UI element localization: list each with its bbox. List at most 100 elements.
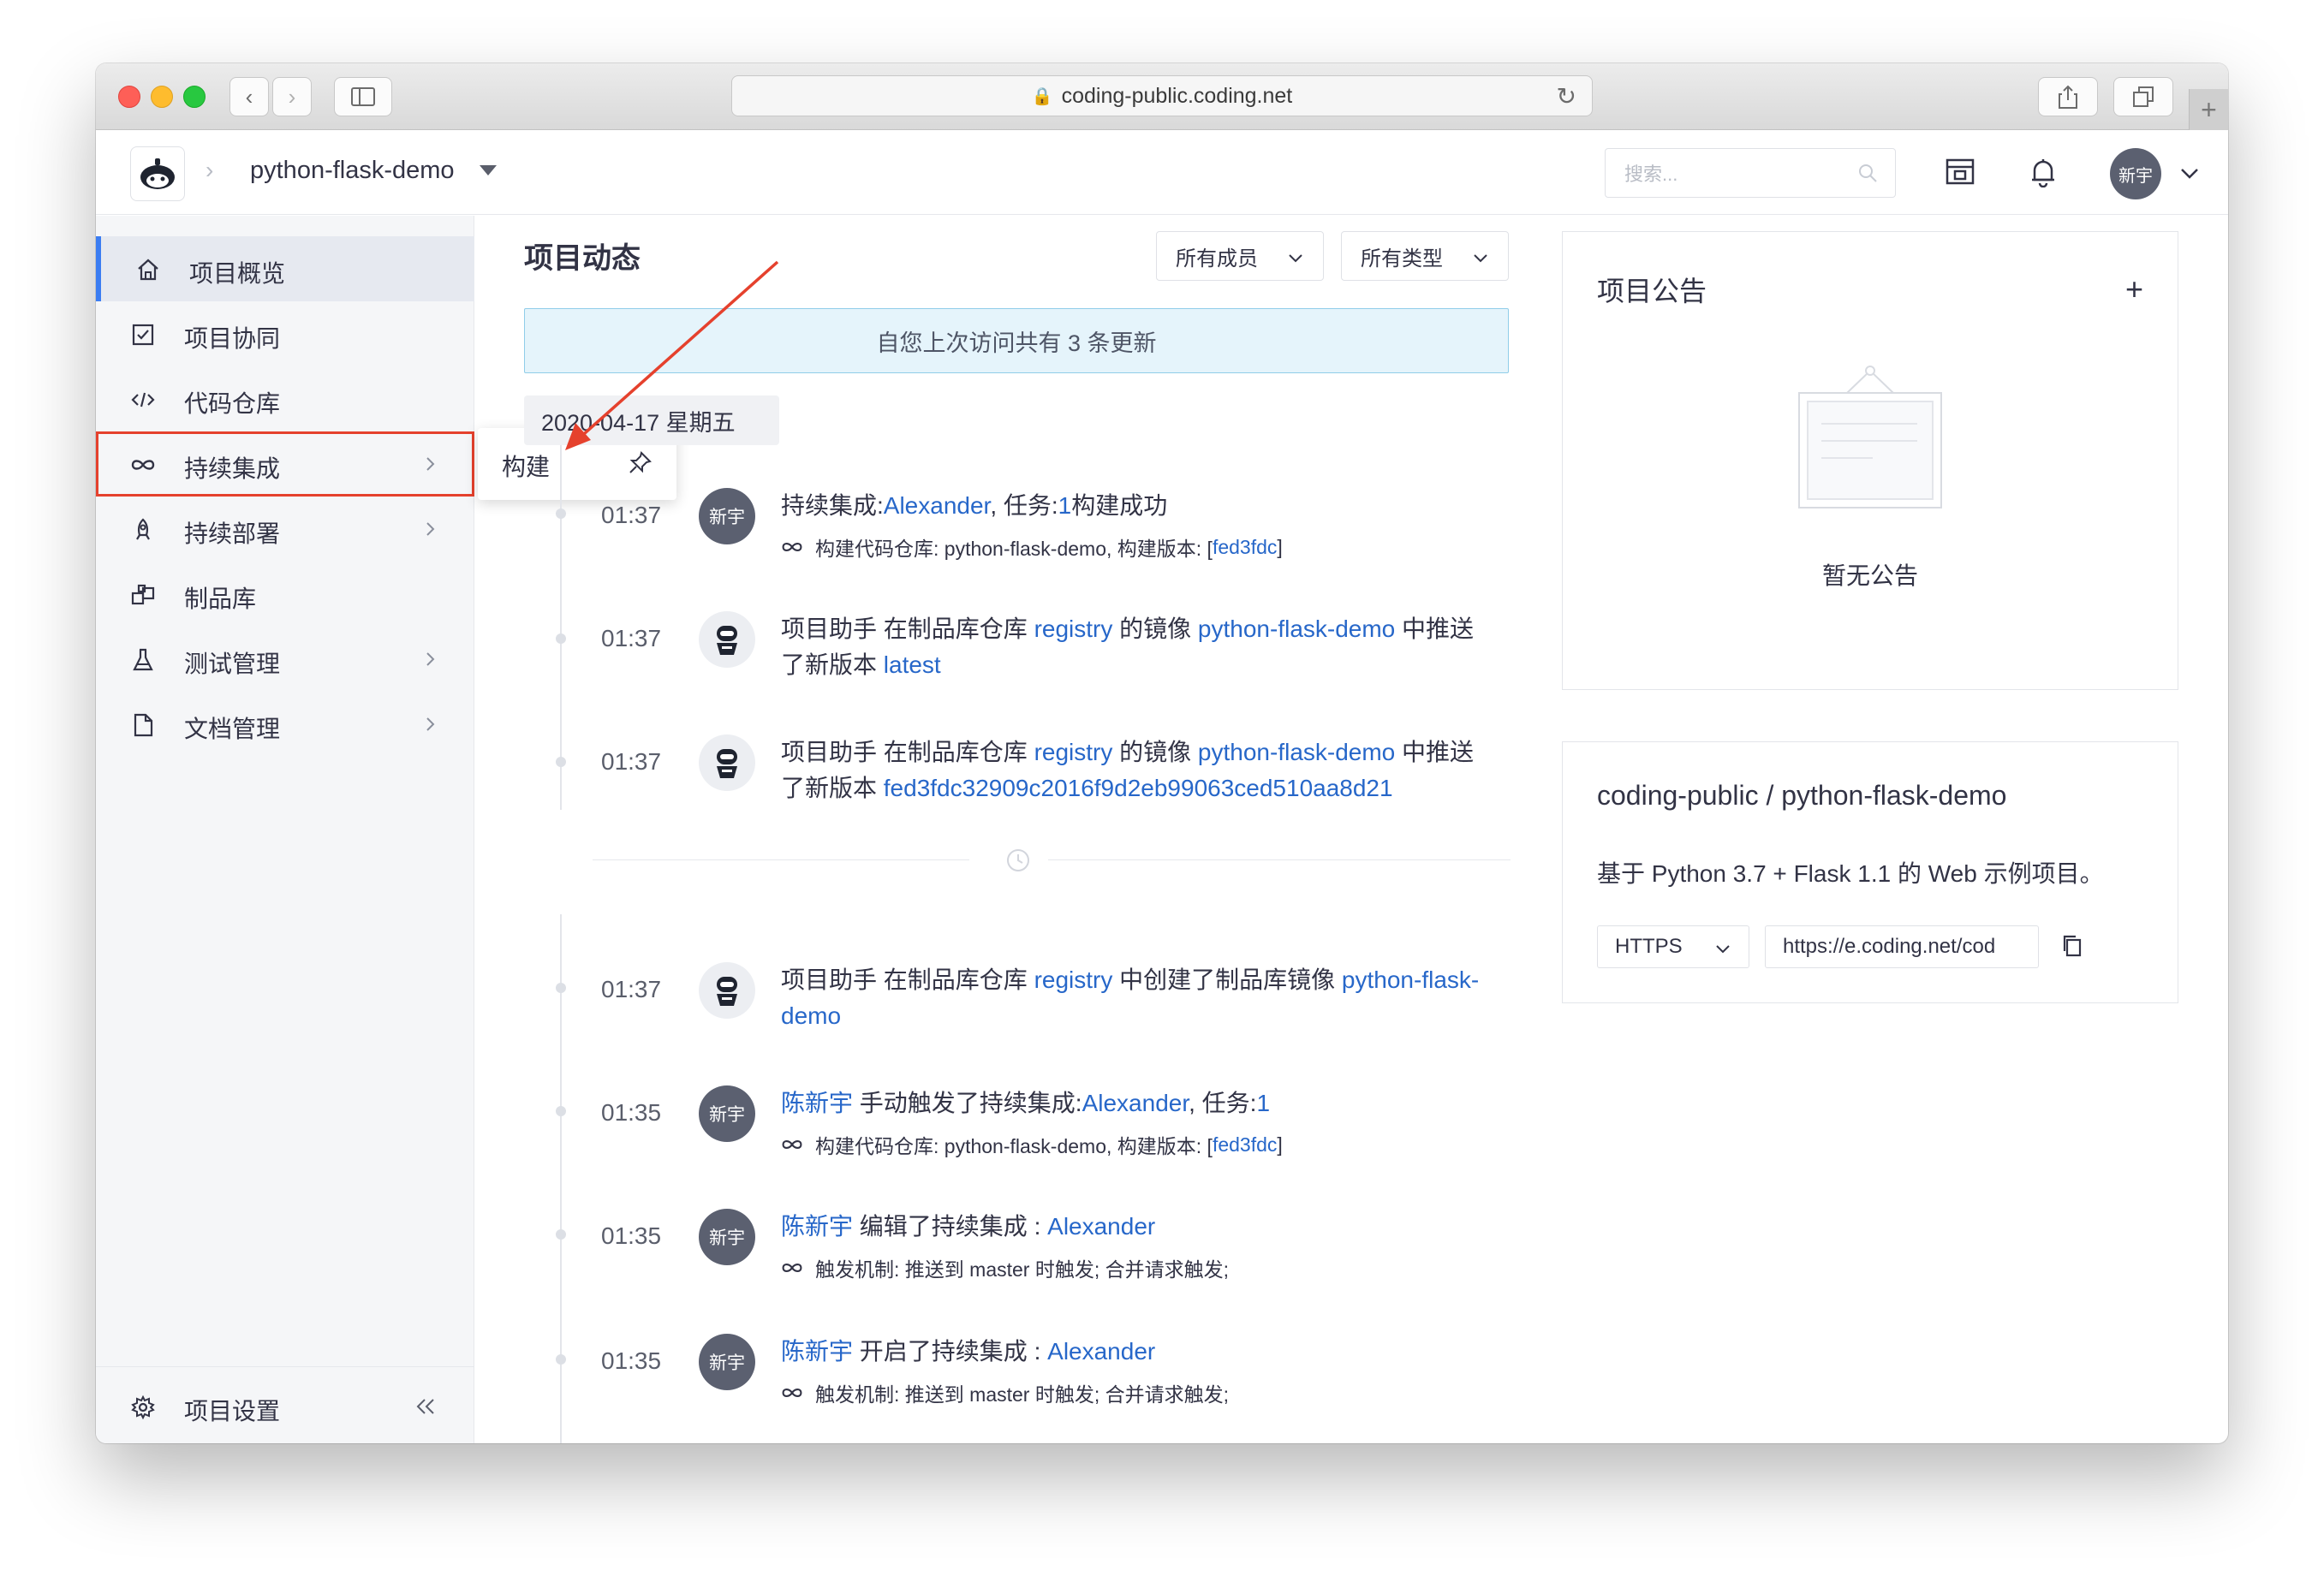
share-button[interactable]: [2038, 77, 2098, 116]
robot-icon: [717, 749, 737, 778]
registry-link[interactable]: registry: [1034, 616, 1113, 642]
image-link[interactable]: python-flask-demo: [1198, 739, 1395, 765]
feed-divider: [593, 859, 969, 860]
sidebar-item-artifacts[interactable]: 制品库: [96, 562, 474, 627]
calendar-icon[interactable]: [1946, 157, 1975, 186]
ci-link[interactable]: Alexander: [1047, 1338, 1155, 1365]
chevron-down-icon[interactable]: [2178, 162, 2201, 184]
event-subtext-part: 触发机制: 推送到 master 时触发; 合并请求触发;: [815, 1258, 1230, 1281]
repo-description: 基于 Python 3.7 + Flask 1.1 的 Web 示例项目。: [1597, 860, 2104, 887]
clock-icon: [1007, 849, 1029, 871]
timeline-dot: [556, 983, 566, 993]
user-avatar[interactable]: 新宇: [699, 1085, 755, 1142]
registry-link[interactable]: registry: [1034, 966, 1113, 993]
sidebar-toggle-button[interactable]: [334, 77, 392, 116]
protocol-value: HTTPS: [1615, 935, 1683, 958]
date-chip: 2020-04-17 星期五: [524, 395, 779, 445]
caret-down-icon[interactable]: [480, 165, 497, 175]
chevron-down-icon: [1289, 254, 1302, 263]
event-text: 陈新宇 开启了持续集成 : Alexander: [781, 1334, 1492, 1370]
bell-icon[interactable]: [2029, 157, 2057, 187]
sidebar-icon: [351, 87, 375, 106]
timeline-line: [560, 445, 562, 810]
event-subtext-part: ]: [1277, 1133, 1283, 1156]
empty-announcement-text: 暂无公告: [1821, 562, 1918, 589]
address-bar[interactable]: 🔒 coding-public.coding.net ↻: [731, 75, 1593, 116]
sidebar-item-ci[interactable]: 持续集成: [96, 431, 474, 497]
event-text: 项目助手 在制品库仓库 registry 的镜像 python-flask-de…: [781, 734, 1492, 806]
version-link[interactable]: fed3fdc32909c2016f9d2eb99063ced510aa8d21: [884, 775, 1393, 801]
commit-link[interactable]: fed3fdc: [1213, 1133, 1277, 1157]
tabs-overview-button[interactable]: [2113, 77, 2173, 116]
infinity-icon: [782, 543, 802, 551]
logo-icon: [140, 158, 175, 189]
robot-icon: [717, 977, 737, 1006]
collapse-sidebar-icon[interactable]: [413, 1396, 438, 1417]
repo-title[interactable]: coding-public / python-flask-demo: [1597, 780, 2006, 812]
breadcrumb-separator: ›: [206, 157, 214, 183]
project-switcher[interactable]: python-flask-demo: [250, 157, 455, 185]
copy-icon[interactable]: [2061, 934, 2083, 958]
minimize-window-button[interactable]: [151, 86, 173, 108]
coding-logo[interactable]: [130, 146, 185, 201]
event-time: 01:35: [601, 1222, 662, 1249]
user-link[interactable]: 陈新宇: [781, 1338, 853, 1365]
image-link[interactable]: python-flask-demo: [1198, 616, 1395, 642]
back-button[interactable]: ‹: [229, 77, 269, 116]
sidebar-item-docs[interactable]: 文档管理: [96, 692, 474, 757]
event-time: 01:37: [601, 502, 662, 528]
search-input[interactable]: 搜索...: [1605, 148, 1896, 198]
clone-url-field[interactable]: https://e.coding.net/cod: [1765, 925, 2039, 968]
user-link[interactable]: 陈新宇: [781, 1213, 853, 1240]
sidebar-item-code-repo[interactable]: 代码仓库: [96, 366, 474, 431]
event-text-part: 手动触发了持续集成:: [853, 1090, 1082, 1116]
user-avatar[interactable]: 新宇: [699, 488, 755, 544]
sidebar-item-cd[interactable]: 持续部署: [96, 497, 474, 562]
commit-link[interactable]: fed3fdc: [1213, 536, 1277, 559]
new-tab-button[interactable]: +: [2189, 89, 2228, 130]
chevron-right-icon: [426, 717, 435, 731]
user-avatar[interactable]: 新宇: [699, 1334, 755, 1390]
ci-link[interactable]: Alexander: [884, 492, 991, 519]
user-avatar[interactable]: 新宇: [2110, 148, 2161, 199]
sidebar-item-settings[interactable]: 项目设置: [96, 1374, 474, 1439]
sidebar-item-label: 持续部署: [184, 520, 281, 547]
type-filter-select[interactable]: 所有类型: [1341, 231, 1509, 281]
update-notice-banner[interactable]: 自您上次访问共有 3 条更新: [524, 308, 1509, 373]
clone-url-text: https://e.coding.net/cod: [1783, 935, 1996, 958]
clone-protocol-select[interactable]: HTTPS: [1597, 925, 1749, 968]
user-avatar[interactable]: 新宇: [699, 1209, 755, 1265]
member-filter-value: 所有成员: [1176, 247, 1258, 271]
sidebar-item-testing[interactable]: 测试管理: [96, 627, 474, 692]
ci-link[interactable]: Alexander: [1047, 1213, 1155, 1240]
maximize-window-button[interactable]: [183, 86, 206, 108]
task-link[interactable]: 1: [1058, 492, 1072, 519]
event-text-part: 项目助手 在制品库仓库: [781, 616, 1034, 642]
event-text-part: 的镜像: [1112, 616, 1198, 642]
project-sidebar: 项目概览 项目协同 代码仓库 持续集成 持续部署 制品库 测试管理 文档管理 项…: [96, 216, 474, 1443]
task-link[interactable]: 1: [1256, 1090, 1270, 1116]
timeline-dot: [556, 757, 566, 767]
sidebar-item-label: 文档管理: [184, 716, 281, 742]
user-link[interactable]: 陈新宇: [781, 1090, 853, 1116]
ci-link[interactable]: Alexander: [1082, 1090, 1189, 1116]
add-announcement-button[interactable]: +: [2125, 271, 2143, 307]
plus-icon: +: [2201, 93, 2217, 125]
event-text-part: 开启了持续集成 :: [853, 1338, 1048, 1365]
pin-icon[interactable]: [627, 450, 653, 476]
event-text: 陈新宇 手动触发了持续集成:Alexander, 任务:1: [781, 1085, 1492, 1121]
close-window-button[interactable]: [118, 86, 140, 108]
sidebar-item-collaboration[interactable]: 项目协同: [96, 301, 474, 366]
event-text-part: 的镜像: [1112, 739, 1198, 765]
version-link[interactable]: latest: [884, 651, 941, 678]
sidebar-item-overview[interactable]: 项目概览: [96, 236, 474, 301]
feed-divider: [1048, 859, 1511, 860]
forward-button[interactable]: ›: [272, 77, 312, 116]
reload-icon[interactable]: ↻: [1557, 82, 1576, 110]
timeline-dot: [556, 1106, 566, 1116]
submenu-item-build[interactable]: 构建: [502, 449, 550, 483]
member-filter-select[interactable]: 所有成员: [1156, 231, 1324, 281]
avatar-text: 新宇: [709, 1353, 745, 1373]
registry-link[interactable]: registry: [1034, 739, 1113, 765]
event-text-part: 项目助手 在制品库仓库: [781, 739, 1034, 765]
